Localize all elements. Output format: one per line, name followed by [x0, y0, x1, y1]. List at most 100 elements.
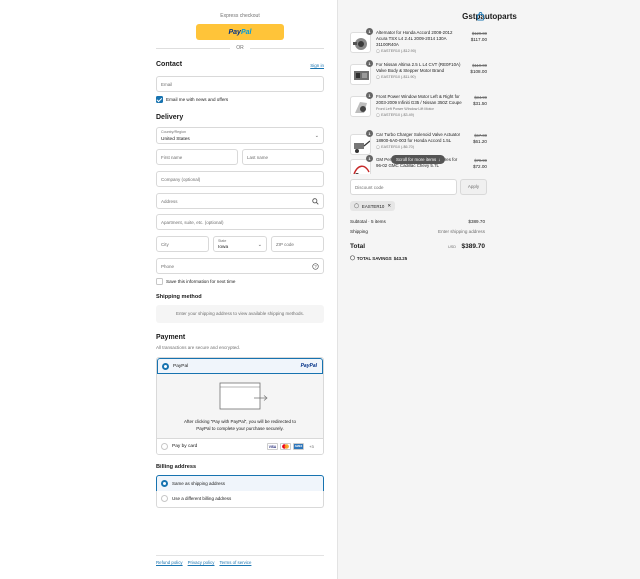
- city-field[interactable]: City: [156, 236, 209, 252]
- discount-code-placeholder: Discount code: [355, 185, 384, 190]
- browser-redirect-icon: [219, 382, 268, 410]
- shipping-value: Enter shipping address: [438, 229, 485, 234]
- paypal-label: PayPal: [173, 364, 189, 369]
- phone-placeholder: Phone: [161, 264, 175, 269]
- more-cards-label: +3: [306, 443, 317, 450]
- product-name: Car Turbo Charger Solenoid Valve Actuato…: [376, 132, 461, 143]
- footer-divider: [156, 555, 324, 556]
- savings-value: $43.25: [393, 255, 408, 261]
- apply-discount-button[interactable]: Apply: [460, 179, 487, 195]
- card-radio[interactable]: [161, 443, 168, 450]
- state-label: State: [218, 239, 227, 243]
- terms-of-service-link[interactable]: Terms of service: [219, 560, 251, 565]
- total-row: Total USD $389.70: [350, 243, 485, 250]
- shipping-method-heading: Shipping method: [156, 294, 202, 300]
- sign-in-link[interactable]: Sign in: [300, 63, 324, 68]
- original-price: $67.00: [474, 133, 487, 138]
- state-select[interactable]: State Iowa ⌄: [213, 236, 267, 252]
- billing-different-label: Use a different billing address: [172, 496, 232, 501]
- first-name-field[interactable]: First name: [156, 149, 238, 165]
- company-placeholder: Company (optional): [161, 177, 201, 182]
- address-field[interactable]: Address: [156, 193, 324, 209]
- first-name-placeholder: First name: [161, 155, 183, 160]
- product-thumbnail: [350, 96, 371, 117]
- subtotal-label: Subtotal · 5 items: [350, 219, 386, 224]
- subtotal-row: Subtotal · 5 items $389.70: [350, 219, 485, 224]
- address-placeholder: Address: [161, 199, 178, 204]
- billing-different-option[interactable]: Use a different billing address: [156, 491, 324, 508]
- payment-options: PayPal PayPal After clicking “Pay with P…: [156, 357, 324, 455]
- paypal-brand-pal: Pal: [240, 28, 252, 36]
- newsletter-label: Email me with news and offers: [166, 97, 229, 102]
- contact-heading: Contact: [156, 61, 183, 68]
- paypal-radio[interactable]: [162, 363, 169, 370]
- tag-icon: ◯: [354, 203, 359, 208]
- discount-tag-icon: ◯: [376, 145, 381, 149]
- discounted-price: $117.00: [470, 37, 487, 42]
- arrow-down-icon: ↓: [438, 157, 441, 162]
- remove-discount-icon[interactable]: ✕: [387, 203, 391, 209]
- payment-heading: Payment: [156, 334, 186, 341]
- country-label: Country/Region: [161, 130, 186, 134]
- chevron-down-icon: ⌄: [314, 133, 319, 139]
- scroll-hint-label: Scroll for more items: [396, 157, 437, 162]
- cart-bag-icon[interactable]: [476, 12, 485, 21]
- payment-option-paypal[interactable]: PayPal PayPal: [157, 358, 323, 374]
- company-field[interactable]: Company (optional): [156, 171, 324, 187]
- apartment-field[interactable]: Apartment, suite, etc. (optional): [156, 214, 324, 230]
- save-info-checkbox[interactable]: [156, 278, 163, 285]
- country-select[interactable]: Country/Region United States ⌄: [156, 127, 324, 144]
- product-thumbnail: [350, 134, 371, 155]
- paypal-logo: PayPal: [300, 363, 317, 369]
- save-info-label: Save this information for next time: [166, 279, 236, 284]
- product-name: Alternator for Honda Accord 2008-2012 Ac…: [376, 30, 453, 47]
- city-placeholder: City: [161, 242, 169, 247]
- refund-policy-link[interactable]: Refund policy: [156, 560, 183, 565]
- original-price: $34.99: [474, 95, 487, 100]
- discounted-price: $31.50: [472, 101, 487, 106]
- savings-tag-icon: ◯: [350, 255, 355, 260]
- last-name-field[interactable]: Last name: [242, 149, 324, 165]
- paypal-brand-pay: Pay: [228, 28, 241, 36]
- store-name: Gstpautoparts: [462, 12, 517, 21]
- billing-same-option[interactable]: Same as shipping address: [156, 475, 324, 492]
- currency-code: USD: [447, 245, 456, 249]
- privacy-policy-link[interactable]: Privacy policy: [188, 560, 215, 565]
- paypal-express-button[interactable]: Pay Pal: [196, 24, 284, 40]
- billing-different-radio[interactable]: [161, 495, 168, 502]
- newsletter-checkbox[interactable]: [156, 96, 163, 103]
- last-name-placeholder: Last name: [247, 155, 269, 160]
- email-placeholder: Email: [161, 82, 173, 87]
- amex-icon: AMEX: [293, 443, 304, 450]
- zip-field[interactable]: ZIP code: [271, 236, 324, 252]
- payment-subtitle: All transactions are secure and encrypte…: [156, 345, 241, 350]
- discount-code-input[interactable]: Discount code: [350, 179, 457, 195]
- savings-label: TOTAL SAVINGS: [356, 255, 392, 261]
- scroll-for-more-button[interactable]: Scroll for more items ↓: [391, 155, 446, 164]
- billing-same-label: Same as shipping address: [172, 481, 226, 486]
- item-discount: EASTER10 (-$12.90): [381, 49, 416, 53]
- discount-tag-icon: ◯: [376, 113, 381, 117]
- email-field[interactable]: Email: [156, 76, 324, 92]
- quantity-badge: 1: [366, 92, 373, 99]
- total-label: Total: [350, 243, 366, 250]
- shipping-method-note: Enter your shipping address to view avai…: [156, 305, 324, 323]
- total-value: $389.70: [461, 243, 486, 250]
- product-name: For Nissan Altima 2.5 L L4 CVT (RE0F10A)…: [376, 62, 461, 73]
- item-discount: EASTER10 (-$3.49): [381, 113, 414, 117]
- paypal-details: After clicking “Pay with PayPal”, you wi…: [157, 374, 323, 438]
- discounted-price: $108.00: [470, 69, 487, 74]
- footer-links: Refund policy Privacy policy Terms of se…: [156, 560, 251, 565]
- shipping-label: Shipping: [350, 229, 368, 234]
- applied-discount-code: EASTER10: [361, 203, 385, 209]
- quantity-badge: 1: [366, 28, 373, 35]
- phone-field[interactable]: Phone ?: [156, 258, 324, 274]
- discounted-price: $61.20: [472, 139, 487, 144]
- billing-same-radio[interactable]: [161, 480, 168, 487]
- payment-option-card[interactable]: Pay by card VISA AMEX +3: [157, 438, 323, 454]
- visa-icon: VISA: [267, 443, 278, 450]
- help-icon[interactable]: ?: [312, 263, 319, 270]
- quantity-badge: 1: [366, 130, 373, 137]
- product-thumbnail: [350, 32, 371, 53]
- search-icon: [312, 198, 319, 205]
